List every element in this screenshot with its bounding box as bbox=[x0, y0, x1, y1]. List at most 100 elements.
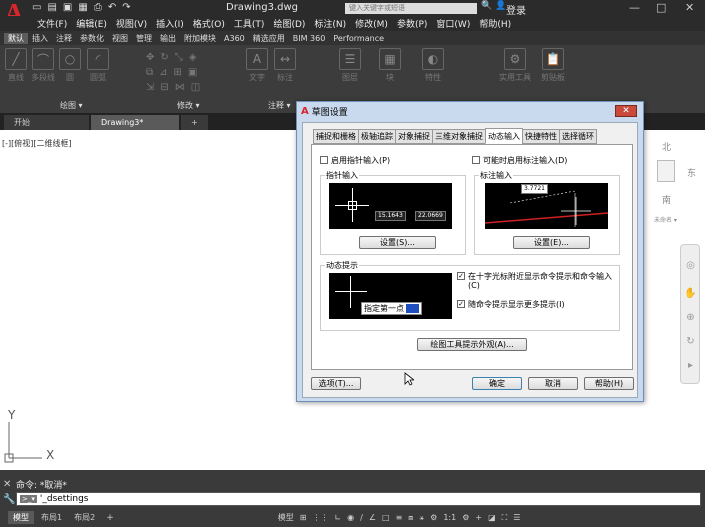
annotation-scale[interactable]: 1:1 bbox=[443, 513, 456, 522]
menu-dimension[interactable]: 标注(N) bbox=[314, 17, 346, 30]
polyline-button[interactable]: ⌒ 多段线 bbox=[29, 48, 57, 83]
tab-polar-tracking[interactable]: 极轴追踪 bbox=[358, 129, 396, 144]
new-icon[interactable]: ▭ bbox=[32, 2, 41, 13]
annotation-icon[interactable]: ⚹ bbox=[419, 513, 424, 523]
ortho-icon[interactable]: ∟ bbox=[334, 513, 341, 522]
dimension-settings-button[interactable]: 设置(E)... bbox=[513, 236, 590, 249]
compass-east[interactable]: 东 bbox=[687, 166, 696, 179]
panel-modify[interactable]: 修改 ▾ bbox=[177, 100, 200, 111]
tab-parametric[interactable]: 参数化 bbox=[76, 33, 108, 44]
workspace-gear-icon[interactable]: ⚙ bbox=[430, 513, 437, 522]
utilities-button[interactable]: ⚙ 实用工具 bbox=[497, 48, 533, 83]
tab-object-snap[interactable]: 对象捕捉 bbox=[395, 129, 433, 144]
snap-icon[interactable]: ⋮⋮ bbox=[312, 513, 328, 522]
isodraft-icon[interactable]: ∕ bbox=[360, 513, 363, 522]
arc-button[interactable]: ◜ 圆弧 bbox=[85, 48, 111, 83]
tab-bim360[interactable]: BIM 360 bbox=[289, 34, 330, 43]
search-icon[interactable]: 🔍 bbox=[481, 1, 492, 11]
polar-icon[interactable]: ◉ bbox=[347, 513, 354, 522]
viewcube-face[interactable] bbox=[657, 160, 675, 182]
open-icon[interactable]: ▤ bbox=[47, 2, 56, 13]
checkbox-checked[interactable]: ✓ bbox=[457, 300, 465, 308]
tab-performance[interactable]: Performance bbox=[329, 34, 388, 43]
quick-access-toolbar[interactable]: ▭ ▤ ▣ ▦ ⎙ ↶ ↷ bbox=[32, 2, 137, 13]
settings-gear-icon[interactable]: ⚙ bbox=[462, 513, 469, 522]
panel-draw[interactable]: 绘图 ▾ bbox=[60, 100, 83, 111]
ucs-menu[interactable]: 未命名 ▾ bbox=[654, 215, 677, 224]
object-snap-icon[interactable]: □ bbox=[382, 513, 390, 522]
checkbox-box[interactable] bbox=[472, 156, 480, 164]
block-button[interactable]: ▦ 块 bbox=[375, 48, 405, 83]
command-input-field[interactable]: >_▾ '_dsettings bbox=[16, 492, 701, 506]
lineweight-icon[interactable]: ≡ bbox=[396, 513, 403, 522]
command-close-icon[interactable]: ✕ bbox=[3, 479, 11, 490]
add-layout-button[interactable]: + bbox=[102, 512, 118, 524]
pan-icon[interactable]: ✋ bbox=[684, 287, 697, 300]
new-tab-button[interactable]: + bbox=[181, 115, 208, 130]
tab-view[interactable]: 视图 bbox=[108, 33, 132, 44]
panel-annotate[interactable]: 注释 ▾ bbox=[268, 100, 291, 111]
search-input[interactable]: 键入关键字或短语 bbox=[345, 3, 477, 14]
tab-snap-grid[interactable]: 捕捉和栅格 bbox=[313, 129, 359, 144]
ok-button[interactable]: 确定 bbox=[472, 377, 522, 390]
steeringwheel-icon[interactable]: ◎ bbox=[684, 259, 697, 272]
properties-button[interactable]: ◐ 特性 bbox=[418, 48, 448, 83]
maximize-button[interactable]: □ bbox=[656, 1, 666, 14]
tab-output[interactable]: 输出 bbox=[156, 33, 180, 44]
command-prompt-icon[interactable]: >_▾ bbox=[20, 495, 37, 503]
save-icon[interactable]: ▣ bbox=[63, 2, 72, 13]
menu-insert[interactable]: 插入(I) bbox=[156, 17, 184, 30]
menu-tools[interactable]: 工具(T) bbox=[234, 17, 265, 30]
showmotion-icon[interactable]: ▸ bbox=[684, 359, 697, 372]
plus-icon[interactable]: + bbox=[475, 513, 482, 522]
tab-start[interactable]: 开始 bbox=[4, 115, 89, 130]
tab-a360[interactable]: A360 bbox=[220, 34, 249, 43]
tab-featured-apps[interactable]: 精选应用 bbox=[249, 33, 289, 44]
tab-drawing3[interactable]: Drawing3* bbox=[91, 115, 179, 130]
grid-icon[interactable]: ⊞ bbox=[300, 513, 307, 522]
command-settings-icon[interactable]: 🔧 bbox=[3, 494, 15, 505]
near-crosshair-checkbox[interactable]: ✓ 在十字光标附近显示命令提示和命令输入(C) bbox=[457, 272, 617, 290]
user-icon[interactable]: 👤 bbox=[495, 1, 506, 11]
pointer-settings-button[interactable]: 设置(S)... bbox=[359, 236, 436, 249]
dimension-button[interactable]: ↔ 标注 bbox=[272, 48, 298, 83]
more-prompts-checkbox[interactable]: ✓ 随命令提示显示更多提示(I) bbox=[457, 300, 617, 309]
cancel-button[interactable]: 取消 bbox=[528, 377, 578, 390]
undo-icon[interactable]: ↶ bbox=[108, 2, 116, 13]
print-icon[interactable]: ⎙ bbox=[94, 2, 102, 13]
help-button[interactable]: 帮助(H) bbox=[584, 377, 634, 390]
tab-default[interactable]: 默认 bbox=[4, 32, 28, 44]
tab-dynamic-input[interactable]: 动态输入 bbox=[485, 128, 523, 144]
checkbox-box[interactable] bbox=[320, 156, 328, 164]
fullscreen-icon[interactable]: ⛶ bbox=[502, 513, 508, 523]
login-link[interactable]: 登录 bbox=[506, 2, 526, 17]
saveas-icon[interactable]: ▦ bbox=[78, 2, 87, 13]
viewport-controls[interactable]: [-][俯视][二维线框] bbox=[2, 138, 72, 149]
menu-window[interactable]: 窗口(W) bbox=[436, 17, 470, 30]
menu-parametric[interactable]: 参数(P) bbox=[397, 17, 427, 30]
layer-button[interactable]: ☰ 图层 bbox=[335, 48, 365, 83]
zoom-icon[interactable]: ⊕ bbox=[684, 311, 697, 324]
dialog-close-button[interactable]: ✕ bbox=[615, 105, 637, 117]
tab-manage[interactable]: 管理 bbox=[132, 33, 156, 44]
dialog-titlebar[interactable]: A 草图设置 bbox=[297, 102, 643, 120]
layout-tab-1[interactable]: 布局1 bbox=[36, 511, 67, 524]
orbit-icon[interactable]: ↻ bbox=[684, 335, 697, 348]
redo-icon[interactable]: ↷ bbox=[122, 2, 130, 13]
transparency-icon[interactable]: ⧈ bbox=[408, 513, 413, 523]
enable-dimension-input-checkbox[interactable]: 可能时启用标注输入(D) bbox=[472, 156, 567, 165]
menu-view[interactable]: 视图(V) bbox=[116, 17, 147, 30]
close-button[interactable]: ✕ bbox=[685, 1, 694, 14]
menu-file[interactable]: 文件(F) bbox=[37, 17, 67, 30]
options-button[interactable]: 选项(T)... bbox=[311, 377, 361, 390]
tab-annotate[interactable]: 注释 bbox=[52, 33, 76, 44]
tab-insert[interactable]: 插入 bbox=[28, 33, 52, 44]
layout-tab-2[interactable]: 布局2 bbox=[69, 511, 100, 524]
line-button[interactable]: ╱ 直线 bbox=[3, 48, 29, 83]
menu-format[interactable]: 格式(O) bbox=[193, 17, 225, 30]
viewcube[interactable]: 北 东 南 未命名 ▾ bbox=[654, 138, 702, 233]
text-button[interactable]: A 文字 bbox=[244, 48, 270, 83]
compass-north[interactable]: 北 bbox=[662, 140, 671, 153]
modify-tools-icons[interactable]: ✥↻⤡◈ ⧉⊿⊞▣ ⇲⊟⋈◫ bbox=[146, 50, 241, 95]
model-space-button[interactable]: 模型 bbox=[278, 512, 294, 523]
